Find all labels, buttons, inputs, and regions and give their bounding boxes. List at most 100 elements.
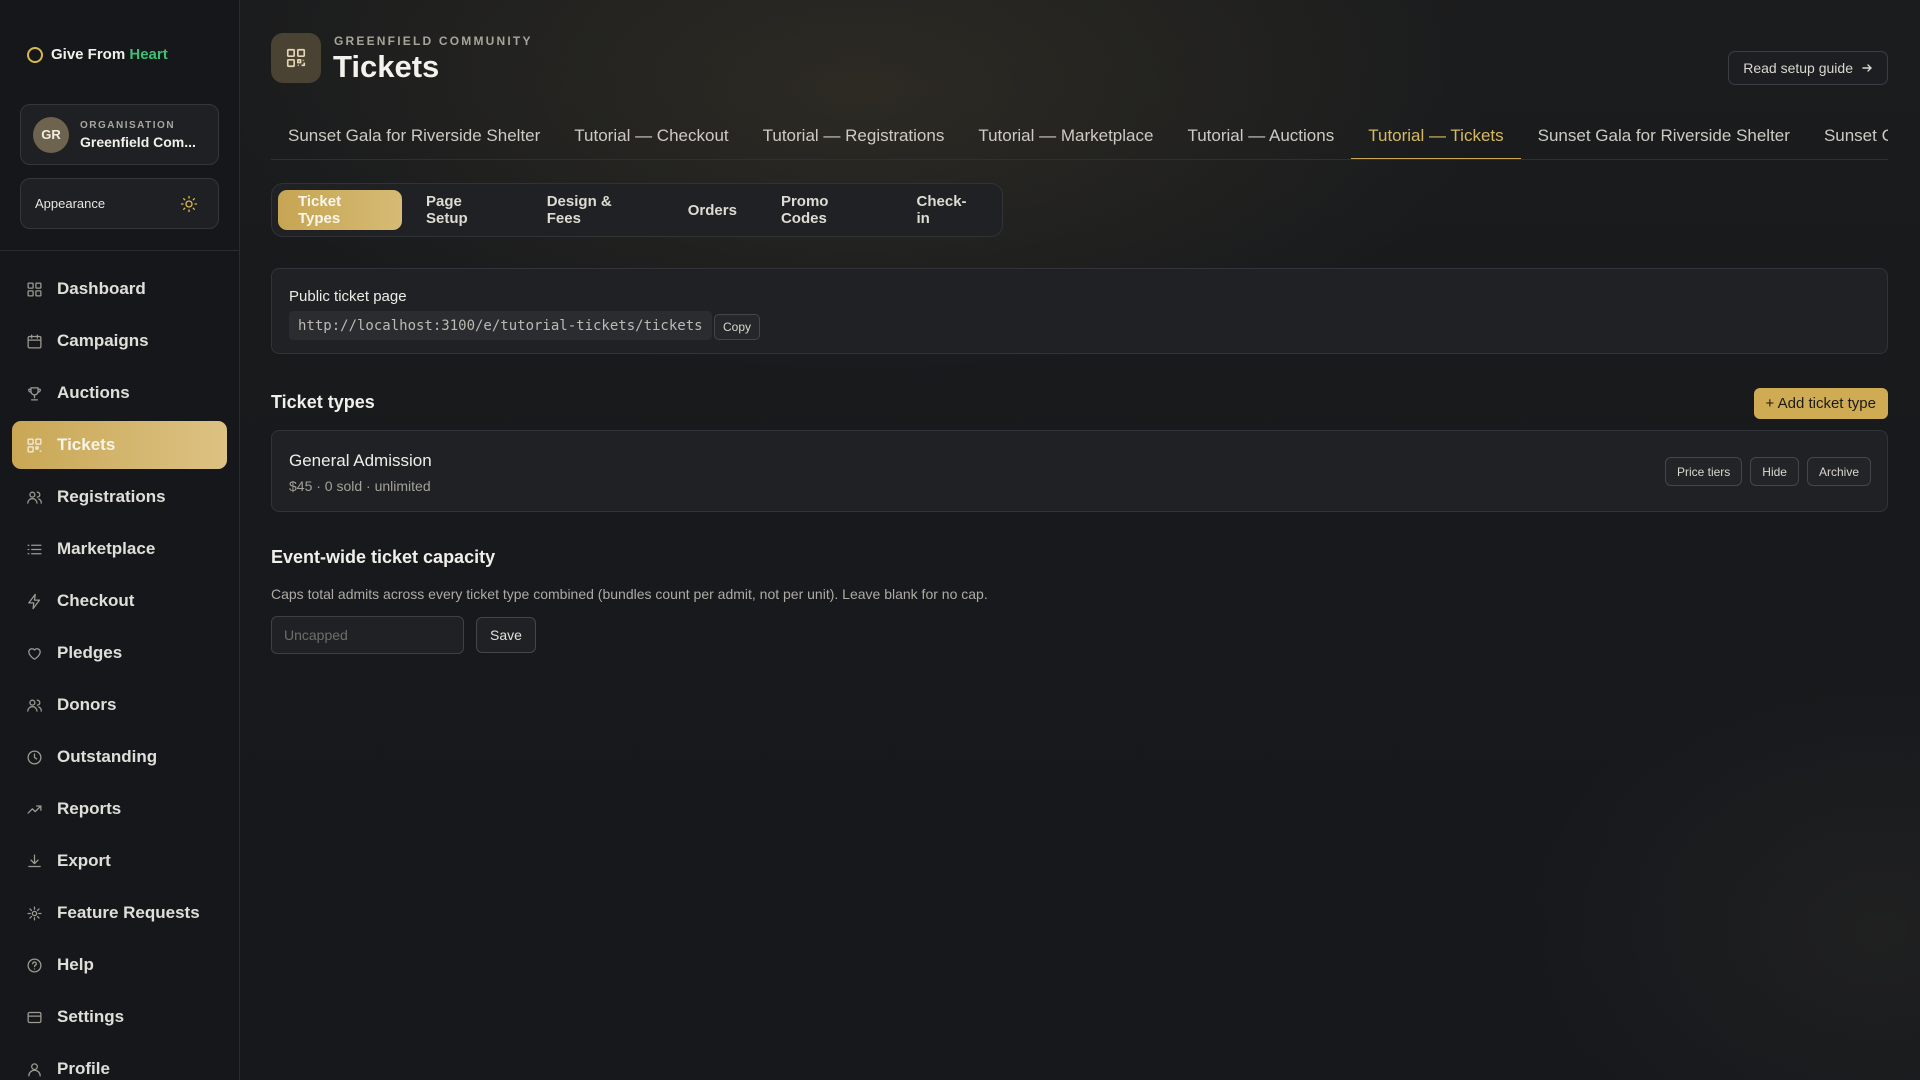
trend-icon (27, 804, 42, 814)
user-icon (28, 1062, 41, 1077)
sidebar: Give From Heart GR ORGANISATION Greenfie… (0, 0, 240, 1080)
org-avatar: GR (33, 116, 69, 153)
tab-promo-codes[interactable]: Promo Codes (761, 190, 893, 230)
tab-ticket-types[interactable]: Ticket Types (278, 190, 403, 230)
event-tab[interactable]: Tutorial — Tickets (1351, 117, 1521, 159)
public-page-url[interactable]: http://localhost:3100/e/tutorial-tickets… (289, 311, 712, 340)
org-text: ORGANISATION Greenfield Com... (80, 120, 196, 150)
main-nav: Dashboard Campaigns Auctions Tickets Registr… (12, 265, 227, 1080)
sidebar-item-outstanding[interactable]: Outstanding (12, 733, 227, 781)
sidebar-item-label: Help (57, 955, 94, 974)
tab-page-setup[interactable]: Page Setup (406, 190, 523, 230)
ticket-types-heading: Ticket types (271, 392, 375, 412)
event-tab[interactable]: Sunset Gala for Riverside Shelter (1521, 117, 1807, 159)
capacity-input[interactable] (271, 616, 464, 654)
page-title: Tickets (333, 49, 440, 84)
trophy-icon (28, 386, 41, 401)
event-tab[interactable]: Tutorial — Checkout (557, 117, 745, 159)
brand-logo[interactable]: Give From Heart (27, 46, 168, 63)
appearance-toggle[interactable]: Appearance (20, 178, 219, 229)
organisation-switcher[interactable]: GR ORGANISATION Greenfield Com... (20, 104, 219, 165)
brand-name: Give From Heart (51, 46, 168, 63)
event-tab[interactable]: Sunset Gala for Riverside Shelter (271, 117, 557, 159)
sidebar-item-settings[interactable]: Settings (12, 993, 227, 1041)
capacity-description: Caps total admits across every ticket ty… (271, 586, 988, 602)
main-content: GREENFIELD COMMUNITY Tickets Read setup … (240, 0, 1920, 1080)
download-icon (28, 853, 41, 867)
price-tiers-button[interactable]: Price tiers (1664, 457, 1743, 486)
event-tabs: Sunset Gala for Riverside Shelter Tutoria… (271, 117, 1888, 160)
archive-button[interactable]: Archive (1806, 457, 1871, 486)
calendar-icon (27, 333, 42, 349)
event-tab[interactable]: Sunset Gala for Riverside Shelter (1807, 117, 1888, 159)
hide-button[interactable]: Hide (1750, 457, 1799, 486)
sidebar-item-label: Campaigns (57, 331, 149, 350)
sidebar-item-profile[interactable]: Profile (12, 1045, 227, 1080)
org-eyebrow-header: GREENFIELD COMMUNITY (334, 34, 533, 48)
ticket-sub-tabs: Ticket Types Page Setup Design & Fees Order… (271, 183, 1003, 237)
sidebar-item-feature-requests[interactable]: Feature Requests (12, 889, 227, 937)
sidebar-item-label: Profile (57, 1059, 110, 1078)
org-eyebrow: ORGANISATION (80, 119, 176, 131)
sidebar-item-export[interactable]: Export (12, 837, 227, 885)
arrow-right-icon (1862, 64, 1872, 72)
qr-grid-icon (27, 437, 42, 453)
event-tab[interactable]: Tutorial — Auctions (1170, 117, 1351, 159)
sidebar-item-checkout[interactable]: Checkout (12, 577, 227, 625)
sidebar-item-reports[interactable]: Reports (12, 785, 227, 833)
users-icon (27, 491, 42, 504)
sidebar-item-help[interactable]: Help (12, 941, 227, 989)
sidebar-item-donors[interactable]: Donors (12, 681, 227, 729)
sidebar-item-label: Registrations (57, 487, 166, 506)
sidebar-item-label: Outstanding (57, 747, 158, 766)
public-page-label: Public ticket page (289, 288, 407, 305)
sun-icon (180, 195, 198, 212)
sparkle-icon (27, 905, 42, 921)
help-icon (27, 957, 42, 973)
sidebar-item-label: Feature Requests (57, 903, 200, 922)
save-capacity-button[interactable]: Save (476, 617, 536, 653)
appearance-label: Appearance (35, 196, 106, 211)
sidebar-item-pledges[interactable]: Pledges (12, 629, 227, 677)
copy-url-button[interactable]: Copy (714, 314, 761, 340)
sidebar-item-marketplace[interactable]: Marketplace (12, 525, 227, 573)
tickets-page-icon (271, 33, 321, 83)
sidebar-item-label: Tickets (57, 435, 116, 454)
tab-design-fees[interactable]: Design & Fees (527, 190, 664, 230)
event-tab[interactable]: Tutorial — Marketplace (961, 117, 1170, 159)
sidebar-item-label: Marketplace (57, 539, 156, 558)
ticket-type-actions: Price tiers Hide Archive (1664, 457, 1871, 486)
capacity-heading: Event-wide ticket capacity (271, 547, 496, 567)
sidebar-item-label: Checkout (57, 591, 135, 610)
sidebar-item-label: Export (57, 851, 111, 870)
bolt-icon (28, 593, 41, 609)
sidebar-divider (0, 250, 239, 251)
sidebar-item-label: Dashboard (57, 279, 146, 298)
guide-label: Read setup guide (1743, 60, 1853, 76)
org-name: Greenfield Com... (80, 133, 196, 150)
sidebar-item-campaigns[interactable]: Campaigns (12, 317, 227, 365)
clock-icon (27, 749, 42, 765)
sidebar-item-dashboard[interactable]: Dashboard (12, 265, 227, 313)
sidebar-item-label: Auctions (57, 383, 130, 402)
sidebar-item-auctions[interactable]: Auctions (12, 369, 227, 417)
tab-check-in[interactable]: Check-in (897, 190, 996, 230)
sidebar-item-label: Pledges (57, 643, 123, 662)
ticket-type-meta: $45 · 0 sold · unlimited (289, 478, 431, 494)
add-ticket-type-button[interactable]: + Add ticket type (1753, 388, 1888, 419)
app-root: Give From Heart GR ORGANISATION Greenfie… (0, 0, 1920, 1080)
sidebar-item-label: Settings (57, 1007, 125, 1026)
sidebar-item-tickets[interactable]: Tickets (12, 421, 227, 469)
sidebar-item-registrations[interactable]: Registrations (12, 473, 227, 521)
ticket-type-row: General Admission $45 · 0 sold · unlimit… (271, 430, 1888, 512)
read-setup-guide-button[interactable]: Read setup guide (1728, 51, 1888, 85)
grid-icon (27, 281, 42, 297)
heart-icon (28, 647, 41, 660)
sidebar-item-label: Reports (57, 799, 122, 818)
public-ticket-page-card: Public ticket page http://localhost:3100… (271, 268, 1888, 354)
tab-orders[interactable]: Orders (668, 190, 757, 230)
card-icon (27, 1011, 42, 1023)
sidebar-item-label: Donors (57, 695, 117, 714)
event-tab[interactable]: Tutorial — Registrations (746, 117, 962, 159)
list-icon (27, 544, 42, 554)
